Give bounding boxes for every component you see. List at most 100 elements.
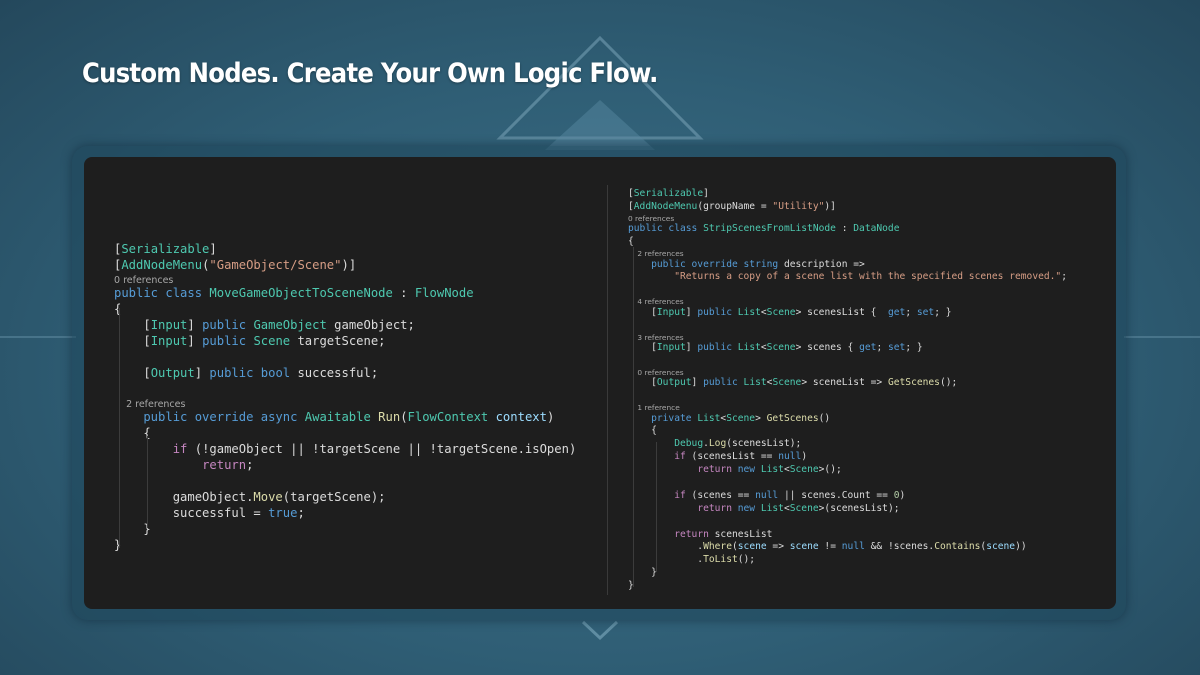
code-token: ; — [905, 306, 917, 318]
code-token: null — [841, 541, 865, 553]
code-token: > — [755, 412, 767, 424]
code-token: "GameObject/Scene" — [209, 258, 342, 272]
code-line: Debug.Log(scenesList); — [628, 438, 1067, 451]
code-token: successful; — [290, 366, 379, 380]
indent-guide — [147, 436, 148, 528]
code-token: public — [202, 318, 254, 332]
code-token: => — [766, 541, 790, 553]
code-token: Scene — [789, 502, 819, 514]
code-token: (); — [939, 377, 958, 389]
code-token: ; — [1061, 271, 1067, 283]
indent-guide — [656, 442, 657, 572]
code-token: List — [737, 306, 761, 318]
code-token: Scene — [726, 412, 756, 424]
code-token: DataNode — [853, 223, 900, 235]
code-token: ] — [209, 242, 217, 256]
code-token: FlowNode — [414, 286, 474, 300]
code-token: description => — [783, 258, 865, 270]
code-token: ToList — [703, 554, 738, 566]
code-token: ( — [400, 410, 408, 424]
code-token: get — [859, 342, 877, 354]
code-line: "Returns a copy of a scene list with the… — [628, 271, 1067, 284]
code-token: (); — [737, 554, 756, 566]
code-line: { — [114, 301, 576, 317]
code-token: scene — [986, 541, 1016, 553]
code-lens-reference: 2 references — [114, 397, 576, 410]
code-token: (scenesList); — [726, 438, 802, 450]
code-token: . — [628, 554, 704, 566]
code-line: { — [628, 425, 1067, 438]
code-token: "Utility" — [772, 200, 825, 212]
code-token: (groupName = — [697, 200, 773, 212]
code-token: Scene — [253, 334, 291, 348]
code-token: scene — [789, 541, 819, 553]
code-token: true — [268, 506, 298, 520]
code-line: public class StripScenesFromListNode : D… — [628, 223, 1067, 236]
code-token: Input — [150, 318, 188, 332]
code-token: ; } — [905, 342, 923, 354]
code-token: > scenes { — [795, 342, 860, 354]
code-token: if — [674, 451, 686, 463]
code-token: public — [703, 377, 744, 389]
code-token: private — [628, 412, 698, 424]
code-token: List — [743, 377, 767, 389]
code-token: != — [818, 541, 842, 553]
code-block-move-gameobject-to-scene: [Serializable] [AddNodeMenu("GameObject/S… — [114, 241, 576, 553]
code-line: return new List<Scene>(scenesList); — [628, 503, 1067, 516]
code-token: ] — [194, 366, 210, 380]
code-token: List — [760, 502, 784, 514]
code-block-strip-scenes-from-list: [Serializable] [AddNodeMenu(groupName = "… — [628, 188, 1067, 593]
code-token: targetScene; — [290, 334, 386, 348]
code-token: } — [114, 538, 122, 552]
code-token: Where — [703, 541, 732, 553]
code-panel: [Serializable] [AddNodeMenu("GameObject/S… — [84, 157, 1116, 609]
code-token: (!gameObject || !targetScene || !targetS… — [187, 442, 577, 456]
code-line: { — [114, 425, 576, 441]
code-token: )) — [1015, 541, 1027, 553]
code-line: private List<Scene> GetScenes() — [628, 413, 1067, 426]
code-line: return; — [114, 457, 576, 473]
code-line: if (scenesList == null) — [628, 451, 1067, 464]
code-token: GameObject — [253, 318, 327, 332]
code-token: public override async — [114, 410, 305, 424]
code-lens-reference: 2 references — [628, 249, 1067, 259]
code-token: Run — [378, 410, 401, 424]
code-token: return — [697, 502, 738, 514]
code-token: Output — [656, 377, 692, 389]
code-line: .Where(scene => scene != null && !scenes… — [628, 541, 1067, 554]
code-line: { — [628, 236, 1067, 249]
code-lens-reference: 0 references — [628, 214, 1067, 224]
code-token: public class — [114, 286, 210, 300]
code-token: scenesList — [708, 528, 773, 540]
code-token: Serializable — [121, 242, 210, 256]
code-token: ; — [297, 506, 305, 520]
code-token: (targetScene); — [282, 490, 386, 504]
code-token: ] — [187, 334, 203, 348]
reference-count: 4 references — [628, 297, 684, 307]
code-token: if — [172, 442, 188, 456]
code-token: > scenesList { — [795, 306, 888, 318]
code-token: ] — [685, 306, 698, 318]
code-token: )] — [341, 258, 357, 272]
code-token: ] — [187, 318, 203, 332]
code-token: AddNodeMenu — [633, 200, 698, 212]
code-token: return — [697, 464, 738, 476]
code-token: >(); — [818, 464, 842, 476]
code-token: ; — [876, 342, 888, 354]
code-token: new — [737, 464, 761, 476]
code-lens-reference: 0 references — [628, 368, 1067, 378]
code-line: [Output] public bool successful; — [114, 365, 576, 381]
code-line: [Input] public GameObject gameObject; — [114, 317, 576, 333]
column-divider — [607, 185, 608, 595]
